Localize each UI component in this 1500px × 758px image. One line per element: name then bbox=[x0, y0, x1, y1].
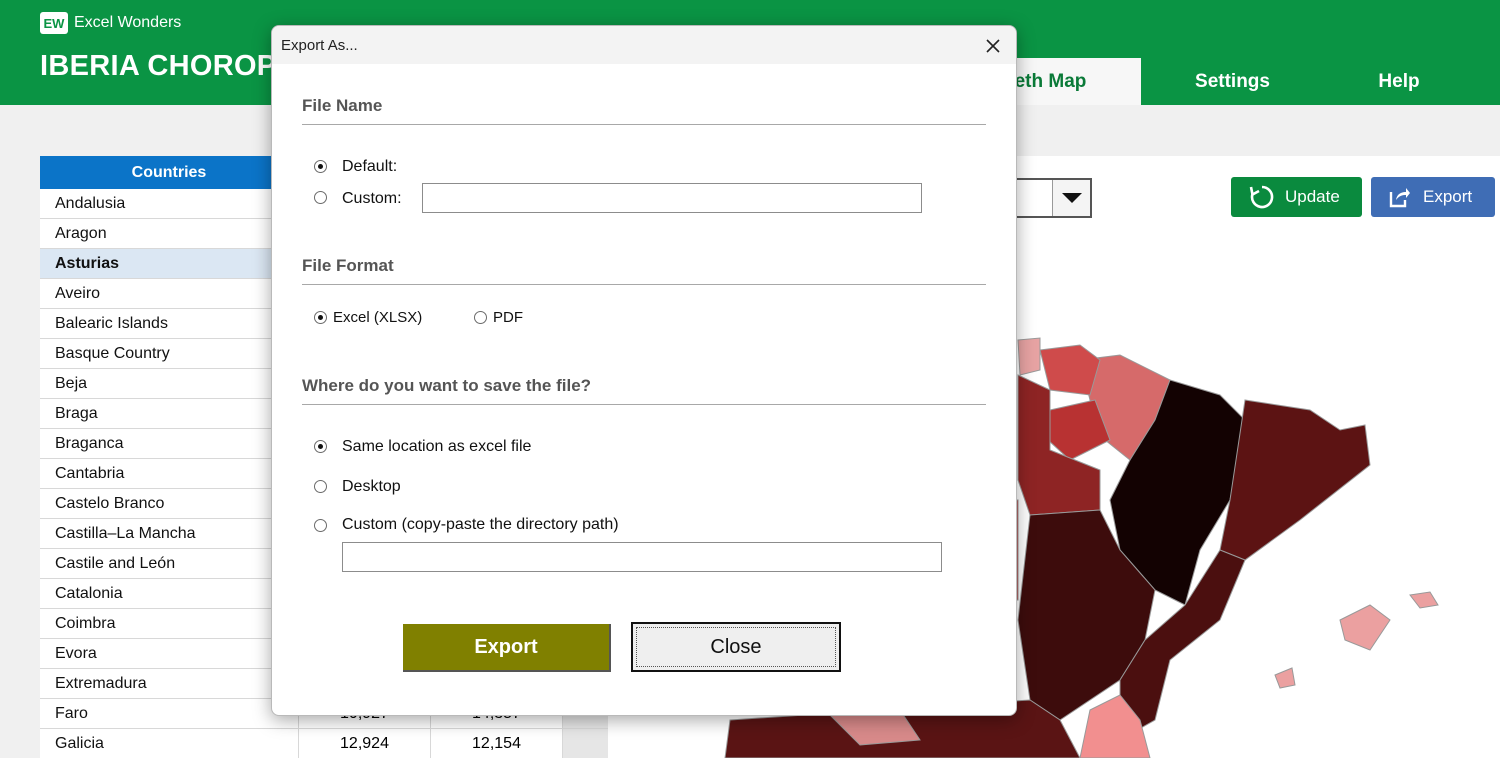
refresh-icon bbox=[1249, 185, 1274, 209]
excel-format-label: Excel (XLSX) bbox=[333, 309, 423, 326]
map-region-mallorca[interactable] bbox=[1339, 604, 1391, 651]
file-format-section-title: File Format bbox=[302, 256, 394, 275]
custom-path-label: Custom (copy-paste the directory path) bbox=[342, 516, 619, 533]
default-name-label: Default: bbox=[342, 158, 398, 175]
custom-name-radio[interactable] bbox=[314, 191, 327, 204]
map-region-basque[interactable] bbox=[1039, 344, 1101, 396]
chevron-down-icon[interactable] bbox=[1052, 180, 1090, 216]
country-name-cell: Evora bbox=[55, 644, 97, 662]
dialog-export-button[interactable]: Export bbox=[403, 624, 611, 672]
same-location-label: Same location as excel file bbox=[342, 438, 532, 455]
update-label: Update bbox=[1285, 187, 1340, 206]
same-location-radio[interactable] bbox=[314, 440, 327, 453]
custom-path-radio[interactable] bbox=[314, 519, 327, 532]
country-name-cell: Braga bbox=[55, 404, 98, 422]
value-cell: 12,924 bbox=[298, 729, 430, 758]
tab-help[interactable]: Help bbox=[1330, 58, 1468, 105]
export-dialog: Export As... File Name Default: Custom: … bbox=[271, 25, 1017, 716]
brand-logo: EW bbox=[40, 12, 68, 34]
country-name-cell: Castile and León bbox=[55, 554, 176, 572]
export-label: Export bbox=[1423, 187, 1473, 206]
country-name-cell: Braganca bbox=[55, 434, 124, 452]
country-name-cell: Cantabria bbox=[55, 464, 125, 482]
divider bbox=[302, 404, 986, 405]
country-name-cell: Balearic Islands bbox=[55, 314, 168, 332]
custom-name-input[interactable] bbox=[422, 183, 922, 213]
dialog-close-button[interactable]: Close bbox=[631, 622, 841, 672]
share-export-icon bbox=[1389, 188, 1410, 208]
export-button[interactable]: Export bbox=[1371, 177, 1495, 217]
map-region-ibiza[interactable] bbox=[1274, 667, 1296, 689]
country-name-cell: Castelo Branco bbox=[55, 494, 165, 512]
map-region-menorca[interactable] bbox=[1409, 591, 1439, 609]
value-cell: 12,154 bbox=[430, 729, 562, 758]
country-name-cell: Basque Country bbox=[55, 344, 170, 362]
countries-column-header[interactable]: Countries bbox=[40, 164, 298, 182]
country-name-cell: Asturias bbox=[55, 254, 120, 272]
close-icon[interactable] bbox=[982, 35, 1004, 57]
update-button[interactable]: Update bbox=[1231, 177, 1362, 217]
country-name-cell: Castilla–La Mancha bbox=[55, 524, 196, 542]
pdf-format-label: PDF bbox=[493, 309, 523, 326]
country-name-cell: Extremadura bbox=[55, 674, 147, 692]
pdf-format-radio[interactable] bbox=[474, 311, 487, 324]
excel-format-radio[interactable] bbox=[314, 311, 327, 324]
country-name-cell: Coimbra bbox=[55, 614, 116, 632]
divider bbox=[302, 284, 986, 285]
country-name-cell: Faro bbox=[55, 704, 88, 722]
map-region-catalonia[interactable] bbox=[1219, 399, 1371, 561]
focus-ring bbox=[636, 627, 836, 667]
country-name-cell: Galicia bbox=[55, 734, 104, 752]
table-row[interactable]: Galicia 12,924 12,154 bbox=[40, 729, 608, 758]
custom-name-label: Custom: bbox=[342, 190, 402, 207]
brand-name: Excel Wonders bbox=[74, 14, 182, 31]
country-name-cell: Aveiro bbox=[55, 284, 101, 302]
desktop-radio[interactable] bbox=[314, 480, 327, 493]
divider bbox=[302, 124, 986, 125]
country-name-cell: Andalusia bbox=[55, 194, 126, 212]
default-name-radio[interactable] bbox=[314, 160, 327, 173]
dialog-title: Export As... bbox=[281, 36, 358, 54]
tab-settings[interactable]: Settings bbox=[1160, 58, 1305, 105]
custom-path-input[interactable] bbox=[342, 542, 942, 572]
country-name-cell: Beja bbox=[55, 374, 88, 392]
region-dropdown[interactable] bbox=[1010, 178, 1092, 218]
country-name-cell: Catalonia bbox=[55, 584, 123, 602]
empty-cell bbox=[562, 729, 608, 758]
map-region-cantabria[interactable] bbox=[1017, 337, 1041, 376]
country-name-cell: Aragon bbox=[55, 224, 107, 242]
save-location-section-title: Where do you want to save the file? bbox=[302, 376, 592, 395]
file-name-section-title: File Name bbox=[302, 96, 383, 115]
brand: EW Excel Wonders bbox=[40, 12, 181, 34]
dialog-titlebar: Export As... bbox=[272, 26, 1016, 64]
desktop-label: Desktop bbox=[342, 478, 401, 495]
